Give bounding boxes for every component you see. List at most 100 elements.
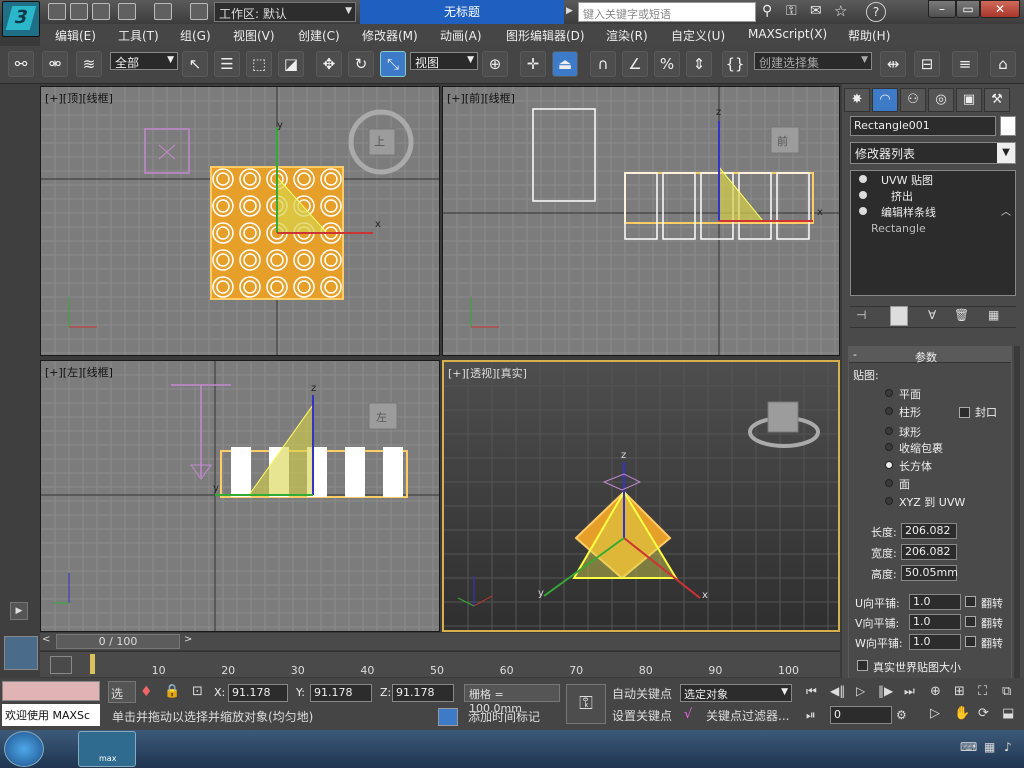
maxscript-listener-input[interactable] xyxy=(2,681,100,701)
welcome-message[interactable]: 欢迎使用 MAXSc xyxy=(2,704,100,726)
auto-key-button[interactable]: 自动关键点 xyxy=(610,684,678,702)
radio-planar[interactable] xyxy=(885,389,893,397)
star-icon[interactable]: ☆ xyxy=(834,2,847,20)
bind-space-warp-icon[interactable]: ≋ xyxy=(76,51,102,77)
modify-tab-icon[interactable]: ◠ xyxy=(872,88,898,112)
time-configuration-icon[interactable]: ⚙ xyxy=(896,708,907,722)
panel-scrollbar[interactable] xyxy=(1014,346,1020,686)
binoculars-icon[interactable]: ⚲ xyxy=(762,3,772,19)
menu-customize[interactable]: 自定义(U) xyxy=(671,27,725,44)
select-rotate-icon[interactable]: ↻ xyxy=(348,51,374,77)
time-tag-icon[interactable] xyxy=(438,708,458,726)
menu-animation[interactable]: 动画(A) xyxy=(440,27,482,44)
hierarchy-tab-icon[interactable]: ⚇ xyxy=(900,88,926,112)
selection-filter-dropdown[interactable]: 全部 ▼ xyxy=(110,52,178,70)
taskbar-app-3dsmax[interactable]: max xyxy=(78,731,136,767)
modifier-list-dropdown[interactable]: 修改器列表 ▼ xyxy=(850,142,1016,164)
next-frame-icon[interactable]: > xyxy=(184,634,198,649)
radio-cylindrical[interactable] xyxy=(885,407,893,415)
time-slider-thumb[interactable]: 0 / 100 xyxy=(56,634,180,649)
rectangular-selection-icon[interactable]: ⬚ xyxy=(246,51,272,77)
redo-icon[interactable] xyxy=(154,3,172,20)
go-to-end-icon[interactable]: ⏭ xyxy=(904,684,915,699)
close-button[interactable]: ✕ xyxy=(980,0,1020,18)
open-file-icon[interactable] xyxy=(70,3,88,20)
select-manipulate-icon[interactable]: ✛ xyxy=(520,51,546,77)
key-icon[interactable]: ⚿ xyxy=(786,3,797,19)
zoom-all-icon[interactable]: ⊞ xyxy=(954,684,965,699)
start-button-icon[interactable] xyxy=(4,731,44,767)
stack-item-rectangle[interactable]: Rectangle xyxy=(871,221,926,237)
spinner-snap-icon[interactable]: ⇕ xyxy=(686,51,712,77)
show-end-result-icon[interactable] xyxy=(890,306,908,326)
key-filters-button[interactable]: 关键点过滤器... xyxy=(704,706,794,724)
viewport-top-label[interactable]: [+][顶][线框] xyxy=(45,90,113,106)
viewport-left[interactable]: [+][左][线框] 左 z y xyxy=(40,360,440,632)
field-of-view-icon[interactable]: ▷ xyxy=(930,706,940,721)
radio-shrink-wrap[interactable] xyxy=(885,443,893,451)
stack-item-edit-spline[interactable]: 编辑样条线 xyxy=(881,205,936,221)
menu-views[interactable]: 视图(V) xyxy=(233,27,275,44)
mirror-icon[interactable]: ⇹ xyxy=(880,51,906,77)
menu-edit[interactable]: 编辑(E) xyxy=(55,27,96,44)
menu-help[interactable]: 帮助(H) xyxy=(848,27,890,44)
select-scale-icon[interactable]: ⤡ xyxy=(380,51,406,77)
undo-icon[interactable] xyxy=(118,3,136,20)
isolate-selection-icon[interactable]: ♦ xyxy=(140,684,153,700)
select-by-name-icon[interactable]: ☰ xyxy=(214,51,240,77)
pan-view-icon[interactable]: ✋ xyxy=(954,706,970,721)
create-tab-icon[interactable]: ✸ xyxy=(844,88,870,112)
stack-item-extrude[interactable]: 挤出 xyxy=(891,189,913,205)
radio-xyz-to-uvw[interactable] xyxy=(885,497,893,505)
maximize-button[interactable]: ▭ xyxy=(956,0,980,18)
save-file-icon[interactable] xyxy=(92,3,110,20)
radio-box[interactable] xyxy=(885,461,893,469)
percent-snap-icon[interactable]: % xyxy=(654,51,680,77)
reference-coordinate-dropdown[interactable]: 视图 ▼ xyxy=(410,52,478,70)
radio-face[interactable] xyxy=(885,479,893,487)
viewport-front[interactable]: [+][前][线框] 前 z x xyxy=(442,86,840,356)
zoom-icon[interactable]: ⊕ xyxy=(930,684,941,699)
menu-modifiers[interactable]: 修改器(M) xyxy=(362,27,418,44)
w-flip-checkbox[interactable] xyxy=(965,636,976,647)
unlink-icon[interactable]: ⚮ xyxy=(42,51,68,77)
lightbulb-icon[interactable] xyxy=(859,191,867,199)
menu-maxscript[interactable]: MAXScript(X) xyxy=(748,27,827,41)
configure-modifier-sets-icon[interactable]: ▦ xyxy=(988,308,999,322)
next-key-icon[interactable]: ‖▶ xyxy=(878,684,893,698)
v-flip-checkbox[interactable] xyxy=(965,616,976,627)
named-selection-dropdown[interactable]: 创建选择集 ▼ xyxy=(754,52,872,70)
set-key-icon[interactable]: ⚿ xyxy=(566,684,606,724)
zoom-extents-icon[interactable]: ⛶ xyxy=(978,684,987,699)
link-icon[interactable]: ⚯ xyxy=(8,51,34,77)
stack-item-uvw-map[interactable]: UVW 贴图 xyxy=(881,173,933,189)
maximize-viewport-icon[interactable]: ⬓ xyxy=(1002,706,1014,721)
cap-checkbox[interactable] xyxy=(959,407,970,418)
real-world-checkbox[interactable] xyxy=(857,660,868,671)
u-flip-checkbox[interactable] xyxy=(965,596,976,607)
make-unique-icon[interactable]: ∀ xyxy=(928,308,936,322)
prev-frame-icon[interactable]: < xyxy=(42,634,56,649)
viewport-perspective[interactable]: [+][透视][真实] z x y xyxy=(442,360,840,632)
lightbulb-icon[interactable] xyxy=(859,175,867,183)
w-tile-spinner[interactable]: 1.0 xyxy=(909,634,961,650)
viewport-front-label[interactable]: [+][前][线框] xyxy=(447,90,515,106)
snap-toggle-icon[interactable]: ∩ xyxy=(590,51,616,77)
v-tile-spinner[interactable]: 1.0 xyxy=(909,614,961,630)
menu-rendering[interactable]: 渲染(R) xyxy=(606,27,648,44)
utilities-tab-icon[interactable]: ⚒ xyxy=(984,88,1010,112)
previous-key-icon[interactable]: ◀‖ xyxy=(830,684,845,698)
project-folder-icon[interactable] xyxy=(190,3,208,20)
add-time-tag-button[interactable]: 添加时间标记 xyxy=(464,706,560,726)
pin-stack-icon[interactable]: ⊣ xyxy=(856,308,866,322)
new-file-icon[interactable] xyxy=(48,3,66,20)
key-mode-toggle-icon[interactable]: ⏯ xyxy=(806,708,816,723)
select-move-icon[interactable]: ✥ xyxy=(316,51,342,77)
play-icon[interactable]: ▷ xyxy=(856,684,865,698)
radio-spherical[interactable] xyxy=(885,427,893,435)
volume-tray-icon[interactable]: ♪ xyxy=(1004,740,1012,754)
menu-tools[interactable]: 工具(T) xyxy=(118,27,159,44)
network-tray-icon[interactable]: ▦ xyxy=(984,740,995,754)
viewport-top[interactable]: [+][顶][线框] 上 y x xyxy=(40,86,440,356)
align-icon[interactable]: ⊟ xyxy=(914,51,940,77)
